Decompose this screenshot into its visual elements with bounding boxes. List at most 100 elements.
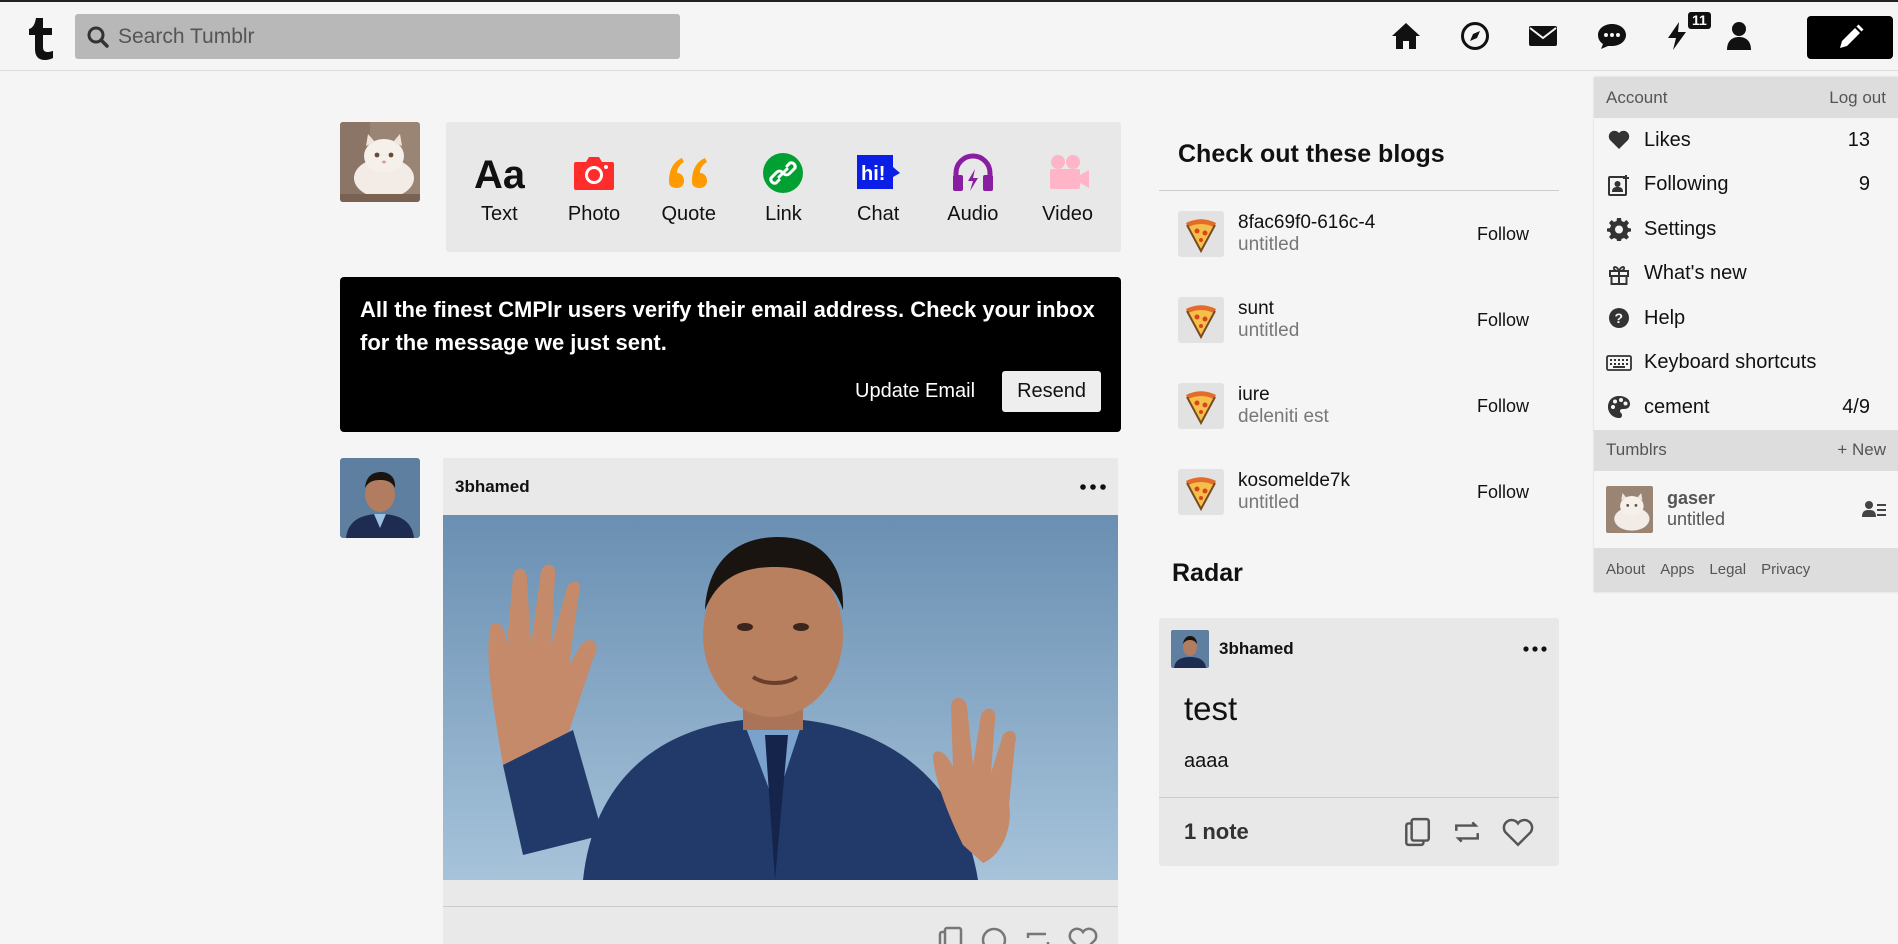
search-bar[interactable]: [75, 14, 680, 59]
search-input[interactable]: [118, 24, 658, 49]
menu-item-whats-new[interactable]: What's new: [1594, 252, 1898, 297]
explore-icon[interactable]: [1458, 19, 1492, 53]
notes-count[interactable]: 1 note: [1184, 819, 1249, 845]
follow-button[interactable]: Follow: [1477, 224, 1529, 245]
list-item[interactable]: kosomelde7k untitled Follow: [1159, 449, 1559, 535]
post-author[interactable]: 3bhamed: [455, 477, 530, 497]
verify-message: All the finest CMPlr users verify their …: [360, 297, 1095, 355]
tumblrs-section-header: Tumblrs + New: [1594, 429, 1898, 471]
list-item[interactable]: iure deleniti est Follow: [1159, 363, 1559, 449]
tumblr-avatar: [1606, 485, 1653, 533]
share-icon[interactable]: [1402, 817, 1432, 847]
tumblr-logo-icon[interactable]: [26, 16, 56, 60]
messages-icon[interactable]: [1595, 19, 1629, 53]
menu-item-label: Following: [1644, 173, 1729, 196]
follow-button[interactable]: Follow: [1477, 396, 1529, 417]
like-icon[interactable]: [1502, 817, 1534, 847]
update-email-link[interactable]: Update Email: [855, 380, 975, 403]
svg-text:Aa: Aa: [474, 153, 525, 193]
inbox-icon[interactable]: [1526, 19, 1560, 53]
menu-item-label: What's new: [1644, 262, 1747, 285]
menu-item-settings[interactable]: Settings: [1594, 207, 1898, 252]
account-label: Account: [1606, 87, 1668, 107]
post-type-photo[interactable]: Photo: [550, 149, 638, 226]
tumblr-description: untitled: [1667, 509, 1726, 529]
post-photo[interactable]: [443, 515, 1118, 880]
svg-text:?: ?: [1615, 310, 1624, 326]
audio-icon: [951, 149, 995, 197]
post-type-video[interactable]: Video: [1024, 149, 1112, 226]
video-icon: [1046, 149, 1090, 197]
post-type-label: Audio: [947, 202, 999, 225]
blog-name[interactable]: 8fac69f0-616c-4: [1238, 212, 1375, 234]
recommended-blogs: Check out these blogs 8fac69f0-616c-4 un…: [1159, 122, 1559, 535]
share-icon[interactable]: [936, 926, 964, 944]
blog-name[interactable]: kosomelde7k: [1238, 470, 1350, 492]
my-avatar[interactable]: [340, 122, 420, 202]
text-icon: Aa: [473, 149, 525, 197]
tumblr-entry[interactable]: gaser untitled: [1594, 471, 1898, 548]
follow-button[interactable]: Follow: [1477, 482, 1529, 503]
keyboard-icon: [1606, 354, 1632, 371]
gear-icon: [1606, 217, 1632, 242]
compose-icon: [1836, 24, 1864, 52]
following-icon: [1606, 174, 1632, 196]
follow-button[interactable]: Follow: [1477, 310, 1529, 331]
post-type-label: Chat: [857, 202, 900, 225]
menu-item-keyboard-shortcuts[interactable]: Keyboard shortcuts: [1594, 341, 1898, 386]
post-type-text[interactable]: Aa Text: [455, 149, 543, 226]
tumblr-name: gaser: [1667, 488, 1716, 508]
footer-link-about[interactable]: About: [1606, 561, 1645, 578]
recommended-title: Check out these blogs: [1159, 122, 1559, 191]
quote-icon: [667, 149, 711, 197]
footer-link-privacy[interactable]: Privacy: [1761, 561, 1810, 578]
footer-link-legal[interactable]: Legal: [1709, 561, 1746, 578]
menu-item-label: Settings: [1644, 217, 1717, 240]
more-options-icon[interactable]: [1080, 483, 1106, 490]
help-icon: ?: [1606, 307, 1632, 329]
footer-link-apps[interactable]: Apps: [1660, 561, 1694, 578]
blog-name[interactable]: iure: [1238, 384, 1329, 406]
pizza-avatar-icon: [1178, 469, 1224, 515]
radar-author[interactable]: 3bhamed: [1219, 639, 1523, 659]
post-card: 3bhamed: [443, 458, 1118, 944]
reply-icon[interactable]: [980, 926, 1008, 944]
account-icon[interactable]: [1722, 19, 1756, 53]
menu-item-help[interactable]: ? Help: [1594, 296, 1898, 341]
menu-item-following[interactable]: Following 9: [1594, 163, 1898, 208]
more-options-icon[interactable]: [1523, 646, 1547, 652]
post-type-label: Photo: [567, 202, 621, 225]
pizza-avatar-icon: [1178, 297, 1224, 343]
post-type-chat[interactable]: hi! Chat: [834, 149, 922, 226]
list-item[interactable]: sunt untitled Follow: [1159, 277, 1559, 363]
radar-post-title: test: [1184, 690, 1238, 727]
blog-description: untitled: [1238, 320, 1300, 341]
new-tumblr-button[interactable]: + New: [1837, 440, 1886, 460]
reblog-icon[interactable]: [1452, 817, 1482, 847]
blog-name[interactable]: sunt: [1238, 298, 1299, 320]
post-author-avatar[interactable]: [340, 458, 420, 538]
verify-email-banner: All the finest CMPlr users verify their …: [340, 277, 1121, 432]
like-icon[interactable]: [1068, 926, 1098, 944]
post-type-audio[interactable]: Audio: [929, 149, 1017, 226]
list-item[interactable]: 8fac69f0-616c-4 untitled Follow: [1159, 191, 1559, 277]
compose-button[interactable]: [1807, 16, 1893, 59]
reblog-icon[interactable]: [1024, 926, 1052, 944]
post-type-link[interactable]: Link: [739, 149, 827, 226]
post-type-quote[interactable]: Quote: [645, 149, 733, 226]
menu-item-palette[interactable]: cement 4/9: [1594, 385, 1898, 430]
home-icon[interactable]: [1389, 19, 1423, 53]
post-type-label: Video: [1042, 202, 1093, 225]
blog-settings-icon[interactable]: [1862, 499, 1886, 519]
menu-item-label: cement: [1644, 395, 1710, 418]
menu-item-likes[interactable]: Likes 13: [1594, 118, 1898, 163]
resend-button[interactable]: Resend: [1002, 371, 1101, 412]
pizza-avatar-icon: [1178, 211, 1224, 257]
account-dropdown: Account Log out Likes 13 Following 9 Set…: [1594, 77, 1898, 592]
radar-author-avatar[interactable]: [1171, 630, 1209, 668]
chat-icon: hi!: [855, 149, 901, 197]
menu-item-label: Likes: [1644, 128, 1691, 151]
blog-description: untitled: [1238, 492, 1300, 513]
logout-button[interactable]: Log out: [1829, 88, 1886, 108]
menu-item-label: Keyboard shortcuts: [1644, 351, 1817, 374]
